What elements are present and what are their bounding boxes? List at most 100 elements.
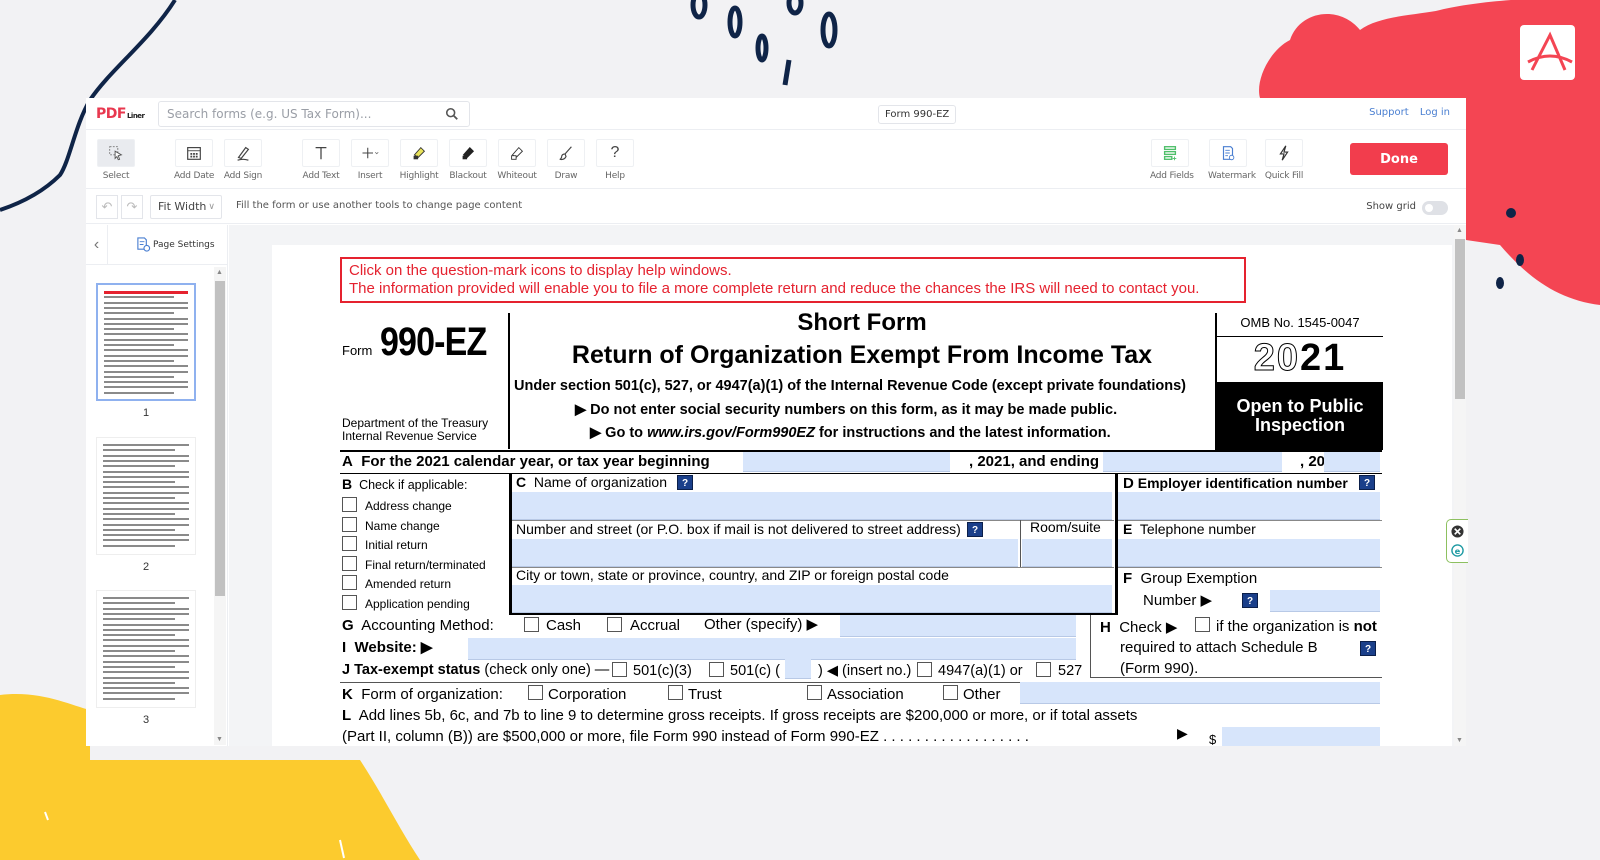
501c-number-field[interactable] (785, 659, 811, 679)
undo-button[interactable]: ↶ (96, 195, 118, 219)
line-l-text: L Add lines 5b, 6c, and 7b to line 9 to … (342, 707, 1138, 724)
add-text-button[interactable]: Add Text (301, 139, 341, 181)
organization-type-checkbox[interactable] (668, 685, 683, 700)
cash-label: Cash (546, 617, 582, 634)
line-b-label: B Check if applicable: (342, 476, 468, 492)
watermark-button[interactable]: Watermark (1208, 139, 1256, 181)
irs-url-link[interactable]: www.irs.gov/Form990EZ (647, 425, 815, 441)
eset-e-icon[interactable]: e (1451, 544, 1464, 557)
organization-type-checkbox[interactable] (943, 685, 958, 700)
editing-toolbar: Select Add Date Add Sign Add Text Insert… (86, 131, 1466, 189)
scroll-down-arrow-icon[interactable]: ▼ (216, 736, 223, 743)
help-icon-organization-name[interactable]: ? (677, 475, 693, 490)
page-thumbnail[interactable] (96, 437, 196, 555)
signature-pen-icon (237, 146, 250, 161)
sidebar-scrollbar[interactable]: ▲ ▼ (214, 267, 226, 745)
applicable-checkbox[interactable] (342, 536, 357, 551)
organization-type-checkbox[interactable] (807, 685, 822, 700)
document-scrollbar[interactable]: ▲ ▼ (1454, 225, 1466, 746)
line-c-label: C Name of organization (516, 474, 667, 490)
telephone-field[interactable] (1118, 539, 1380, 567)
accrual-checkbox[interactable] (607, 617, 622, 632)
help-icon-group-exemption[interactable]: ? (1242, 593, 1258, 608)
add-fields-button[interactable]: Add Fields (1150, 139, 1194, 181)
4947-checkbox[interactable] (917, 662, 932, 677)
page-thumbnail[interactable] (96, 590, 196, 708)
redo-button[interactable]: ↷ (121, 195, 143, 219)
navy-drops-decoration (690, 0, 838, 86)
applicable-option-label: Address change (365, 499, 452, 513)
sidebar-header: ‹ Page Settings (86, 225, 227, 265)
highlight-button[interactable]: Highlight (399, 139, 439, 181)
scroll-down-arrow-icon[interactable]: ▼ (1456, 737, 1463, 744)
tax-year-end-field[interactable] (1103, 452, 1282, 472)
search-input[interactable] (159, 102, 429, 126)
add-sign-button[interactable]: Add Sign (223, 139, 263, 181)
help-icon-street[interactable]: ? (967, 522, 983, 537)
done-button[interactable]: Done (1350, 143, 1448, 175)
street-address-field[interactable] (512, 539, 1018, 567)
whiteout-brush-icon (511, 146, 524, 160)
tax-year-begin-field[interactable] (743, 452, 950, 472)
employer-id-field[interactable] (1118, 492, 1380, 520)
501c3-checkbox[interactable] (612, 662, 627, 677)
501c-label: 501(c) ( (730, 663, 780, 679)
cash-checkbox[interactable] (524, 617, 539, 632)
accounting-other-field[interactable] (840, 615, 1076, 637)
scroll-up-arrow-icon[interactable]: ▲ (216, 269, 223, 276)
schedule-b-checkbox[interactable] (1195, 617, 1210, 632)
organization-type-checkbox[interactable] (528, 685, 543, 700)
zoom-select[interactable]: Fit Width ∨ (150, 195, 222, 219)
draw-button[interactable]: Draw (546, 139, 586, 181)
applicable-checkbox[interactable] (342, 594, 357, 610)
close-circle-icon[interactable] (1451, 525, 1464, 538)
calendar-icon (187, 147, 201, 160)
help-icon-schedule-b[interactable]: ? (1360, 641, 1376, 656)
login-link[interactable]: Log in (1420, 107, 1450, 118)
scroll-up-arrow-icon[interactable]: ▲ (1456, 227, 1463, 234)
website-field[interactable] (468, 638, 1076, 660)
watermark-icon (1222, 146, 1235, 161)
organization-name-field[interactable] (512, 492, 1112, 520)
page-number-label: 3 (142, 714, 150, 726)
527-checkbox[interactable] (1036, 662, 1051, 677)
group-exemption-field[interactable] (1270, 590, 1380, 612)
collapse-sidebar-button[interactable]: ‹ (86, 225, 108, 265)
search-icon[interactable] (445, 107, 459, 121)
add-date-button[interactable]: Add Date (174, 139, 214, 181)
organization-other-field[interactable] (1020, 682, 1380, 704)
tax-year-end-year-field[interactable] (1324, 452, 1380, 472)
select-tool-button[interactable]: Select (96, 139, 136, 181)
city-state-zip-field[interactable] (512, 585, 1112, 613)
applicable-checkbox[interactable] (342, 497, 357, 512)
header-links: Support Log in (1361, 107, 1450, 118)
blackout-brush-icon (462, 146, 475, 160)
quick-fill-button[interactable]: Quick Fill (1264, 139, 1304, 181)
insert-button[interactable]: Insert (350, 139, 390, 181)
501c-checkbox[interactable] (709, 662, 724, 677)
page-number-label: 2 (142, 561, 150, 573)
applicable-checkbox[interactable] (342, 555, 357, 571)
gross-receipts-field[interactable] (1222, 727, 1380, 746)
pdfliner-logo[interactable]: PDFLiner (96, 106, 145, 122)
blackout-button[interactable]: Blackout (448, 139, 488, 181)
help-button[interactable]: ? Help (595, 139, 635, 181)
other-specify-label: Other (specify) ▶ (704, 616, 819, 633)
room-suite-field[interactable] (1022, 539, 1112, 567)
show-grid-toggle[interactable] (1422, 201, 1448, 215)
page-thumbnail[interactable] (96, 283, 196, 401)
editing-hint: Fill the form or use another tools to ch… (236, 200, 523, 211)
room-suite-label: Room/suite (1030, 519, 1101, 535)
page-settings-button[interactable]: Page Settings (136, 237, 215, 252)
line-h-text-3: (Form 990). (1120, 660, 1199, 677)
whiteout-button[interactable]: Whiteout (497, 139, 537, 181)
search-box (158, 101, 470, 127)
applicable-checkbox[interactable] (342, 575, 357, 590)
line-e-label: E Telephone number (1123, 521, 1256, 537)
support-link[interactable]: Support (1369, 107, 1409, 118)
line-d-label: D Employer identification number (1123, 475, 1348, 492)
question-mark-icon: ? (610, 144, 620, 161)
applicable-checkbox[interactable] (342, 516, 357, 532)
applicable-option-label: Initial return (365, 538, 428, 552)
help-icon-ein[interactable]: ? (1359, 475, 1375, 490)
